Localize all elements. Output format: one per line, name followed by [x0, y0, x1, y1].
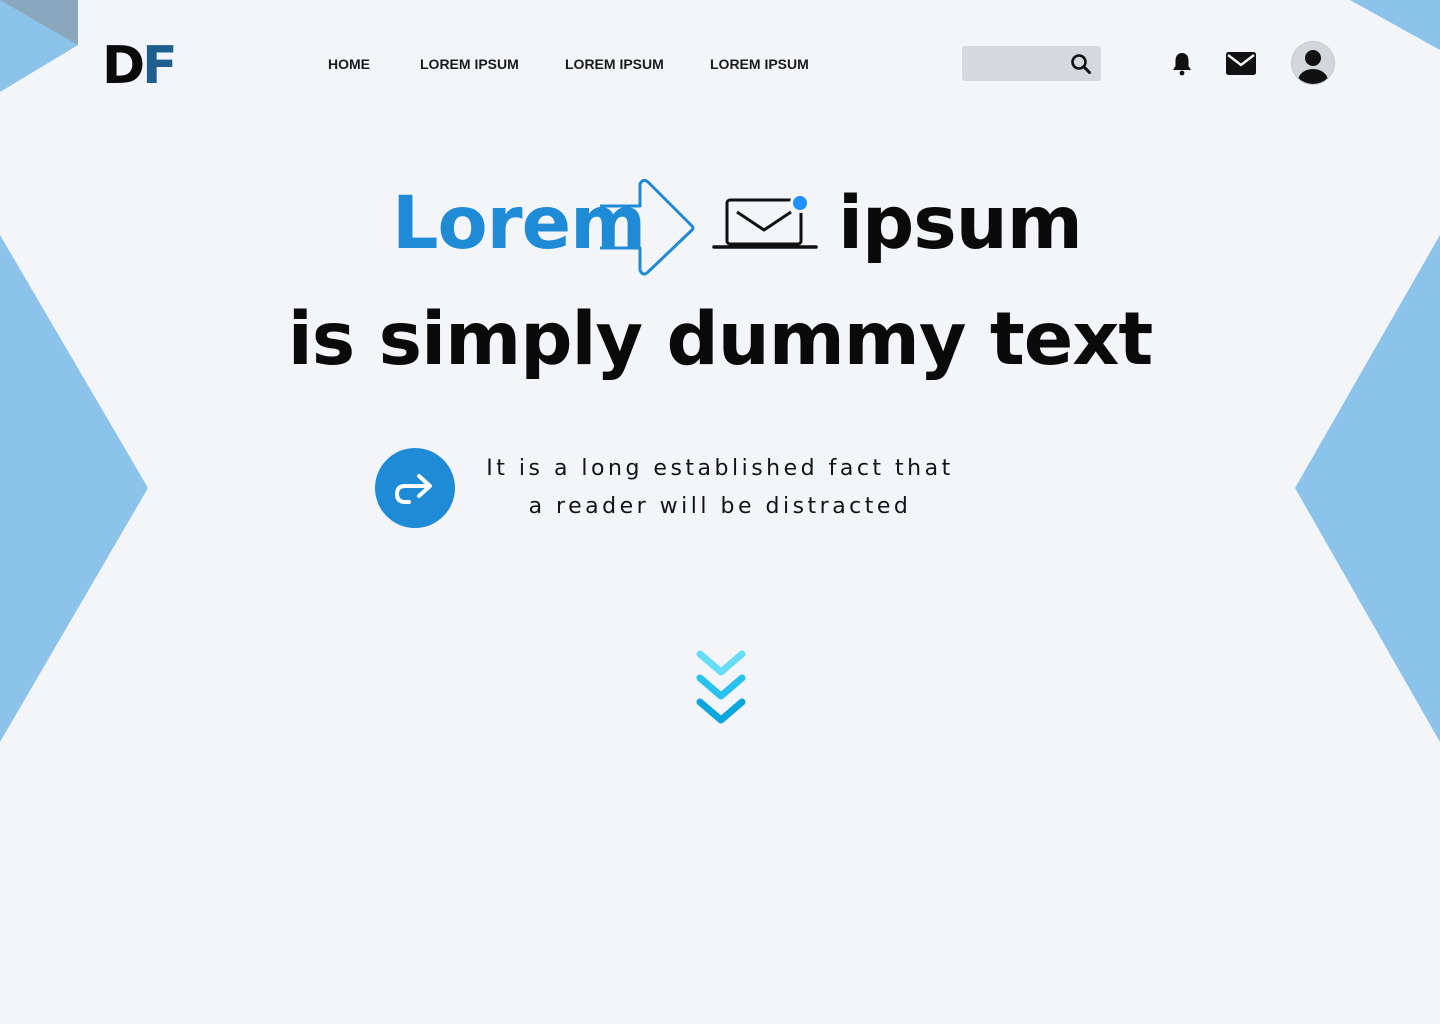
search-bar [962, 46, 1101, 83]
nav-item-lorem-ipsum-2[interactable]: LOREM IPSUM [565, 55, 664, 73]
hero-description: It is a long established fact that a rea… [470, 450, 970, 526]
description-line-2: a reader will be distracted [528, 494, 912, 519]
share-arrow-icon [394, 474, 432, 504]
triple-chevron-down-icon [696, 650, 746, 724]
search-input[interactable] [972, 46, 1069, 83]
share-button[interactable] [375, 448, 455, 528]
logo-letter-f: F [142, 36, 177, 96]
description-line-1: It is a long established fact that [486, 456, 954, 481]
arrow-right-outline-icon [598, 178, 698, 283]
envelope-icon[interactable] [1226, 52, 1256, 80]
nav-item-home[interactable]: HOME [328, 55, 370, 73]
logo-letter-d: D [102, 36, 145, 96]
scroll-down-button[interactable] [694, 648, 748, 730]
user-avatar-icon[interactable] [1291, 41, 1335, 90]
logo[interactable]: DF [102, 36, 178, 96]
laptop-mail-icon [712, 192, 818, 257]
hero-word-ipsum: ipsum [838, 181, 1083, 266]
bell-icon[interactable] [1171, 51, 1193, 82]
search-icon[interactable] [1069, 52, 1093, 76]
nav-item-lorem-ipsum-3[interactable]: LOREM IPSUM [710, 55, 809, 73]
hero-subtitle: is simply dummy text [287, 297, 1153, 382]
nav-item-lorem-ipsum-1[interactable]: LOREM IPSUM [420, 55, 519, 73]
